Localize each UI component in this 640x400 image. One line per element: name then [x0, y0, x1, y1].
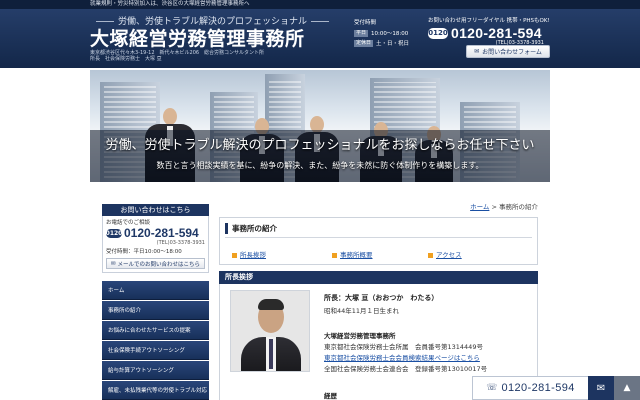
sidebar-item-disputes[interactable]: 解雇、未払残業代等の労使トラブル対応: [102, 381, 209, 400]
director-birth: 昭和44年11月１日生まれ: [324, 307, 400, 315]
floating-tel-button[interactable]: ☏ 0120-281-594: [472, 376, 588, 400]
hours-title: 受付時間: [354, 20, 377, 26]
history-heading: 経歴: [324, 392, 337, 400]
back-to-top-button[interactable]: ▲: [614, 376, 640, 400]
breadcrumb: ホーム > 事務所の紹介: [400, 201, 538, 211]
sidebar-item-office[interactable]: 事務所の紹介: [102, 301, 209, 320]
director-portrait: [230, 290, 310, 372]
weekday-tag: 平日: [354, 29, 369, 37]
breadcrumb-home-link[interactable]: ホーム: [470, 203, 489, 211]
holiday-row: 定休日 土・日・祝日: [354, 39, 416, 47]
header-address: 東京都渋谷区代々木3-19-12 新代々木ビル206 総合労務コンサルタント所 …: [90, 50, 310, 62]
weekday-hours: 10:00～18:00: [371, 31, 409, 37]
sidebar-item-services[interactable]: お悩みに合わせたサービスの提案: [102, 321, 209, 340]
header-tel-number[interactable]: 0120-281-594: [451, 25, 542, 41]
hero-banner: 労働、労使トラブル解決のプロフェッショナルをお探しならお任せ下さい 数百と言う相…: [90, 70, 550, 182]
floating-mail-button[interactable]: ✉: [588, 376, 614, 400]
sidebar: お問い合わせはこちら お電話でのご相談 0120 0120-281-594 (T…: [102, 204, 209, 400]
intro-link-access[interactable]: アクセス: [428, 249, 462, 259]
mail-icon: ✉: [110, 260, 116, 267]
office-intro-heading: 事務所の紹介: [225, 223, 277, 234]
floating-tel-number: 0120-281-594: [501, 382, 575, 394]
member-search-link[interactable]: 東京都社会保険労務士会会員検索結果ページはこちら: [324, 352, 480, 362]
arrow-up-icon: ▲: [623, 383, 631, 393]
office-intro-panel: 事務所の紹介 所長挨拶 事務所概要 アクセス: [219, 217, 538, 265]
member-number: 東京都社会保険労務士会所属 会員番号第1314449号: [324, 343, 483, 351]
holiday-tag: 定休日: [354, 39, 374, 47]
free-dial-icon: 0120: [428, 27, 448, 39]
hero-subtitle: 数百と言う相談実績を基に、紛争の解決、また、紛争を未然に防ぐ体制作りを構築します…: [156, 161, 484, 170]
sidebar-item-payroll[interactable]: 給与計算アウトソーシング: [102, 361, 209, 380]
header-top-strip: 就業規則・労災特別加入は、渋谷区の大塚経営労務管理事務所へ: [0, 0, 640, 9]
sidebar-mail-label: メールでのお問い合わせはこちら: [117, 261, 201, 268]
sidebar-contact-heading: お問い合わせはこちら: [102, 204, 209, 216]
intro-link-overview[interactable]: 事務所概要: [332, 249, 373, 259]
office-name: 大塚経営労務管理事務所: [324, 332, 396, 340]
sidebar-hours: 受付時間：平日10:00～18:00: [106, 249, 182, 255]
mail-icon: ✉: [474, 48, 480, 55]
phone-icon: ☏: [486, 383, 498, 393]
divider: [225, 237, 532, 238]
mail-icon: ✉: [596, 382, 606, 394]
director-name: 所長：大塚 亘（おおつか わたる）: [324, 294, 439, 302]
header-tel[interactable]: 0120 0120-281-594: [428, 25, 552, 41]
address-line: 所長 社会保険労務士 大塚 亘: [90, 56, 162, 62]
hero-title: 労働、労使トラブル解決のプロフェッショナルをお探しならお任せ下さい: [105, 138, 535, 153]
weekday-hours-row: 平日 10:00～18:00: [354, 29, 416, 37]
breadcrumb-current: 事務所の紹介: [499, 203, 538, 211]
intro-link-greeting[interactable]: 所長挨拶: [232, 249, 266, 259]
header-hours: 受付時間 平日 10:00～18:00 定休日 土・日・祝日: [354, 18, 416, 49]
sidebar-item-home[interactable]: ホーム: [102, 281, 209, 300]
sidebar-contact-box: お電話でのご相談 0120 0120-281-594 (TEL)03-3378-…: [102, 216, 209, 273]
header-contact: お問い合わせ用フリーダイヤル 携帯・PHSもOK! 0120 0120-281-…: [428, 16, 552, 46]
contact-form-button[interactable]: ✉ お問い合わせフォーム: [466, 45, 550, 58]
floating-contact-bar: ☏ 0120-281-594 ✉ ▲: [472, 376, 640, 400]
sidebar-nav: ホーム 事務所の紹介 お悩みに合わせたサービスの提案 社会保険手続アウトソーシン…: [102, 281, 209, 400]
breadcrumb-separator: >: [489, 203, 499, 211]
sidebar-tel-sub: (TEL)03-3378-3931: [156, 240, 205, 246]
holiday-text: 土・日・祝日: [376, 41, 410, 47]
contact-title: お問い合わせ用フリーダイヤル 携帯・PHSもOK!: [428, 18, 550, 24]
sidebar-phone-label: お電話でのご相談: [106, 220, 151, 226]
free-dial-icon: 0120: [105, 228, 123, 238]
registry-number: 全国社会保険労務士会連合会 登録番号第13010017号: [324, 365, 488, 373]
sidebar-mail-button[interactable]: ✉ メールでのお問い合わせはこちら: [106, 258, 205, 269]
sidebar-tel-number[interactable]: 0120-281-594: [124, 226, 199, 240]
sidebar-item-insurance[interactable]: 社会保険手続アウトソーシング: [102, 341, 209, 360]
greeting-section-heading: 所長挨拶: [219, 271, 538, 284]
site-logo[interactable]: 大塚経営労務管理事務所: [90, 24, 305, 51]
sidebar-tel[interactable]: 0120 0120-281-594: [106, 226, 205, 240]
contact-form-label: お問い合わせフォーム: [482, 49, 542, 56]
